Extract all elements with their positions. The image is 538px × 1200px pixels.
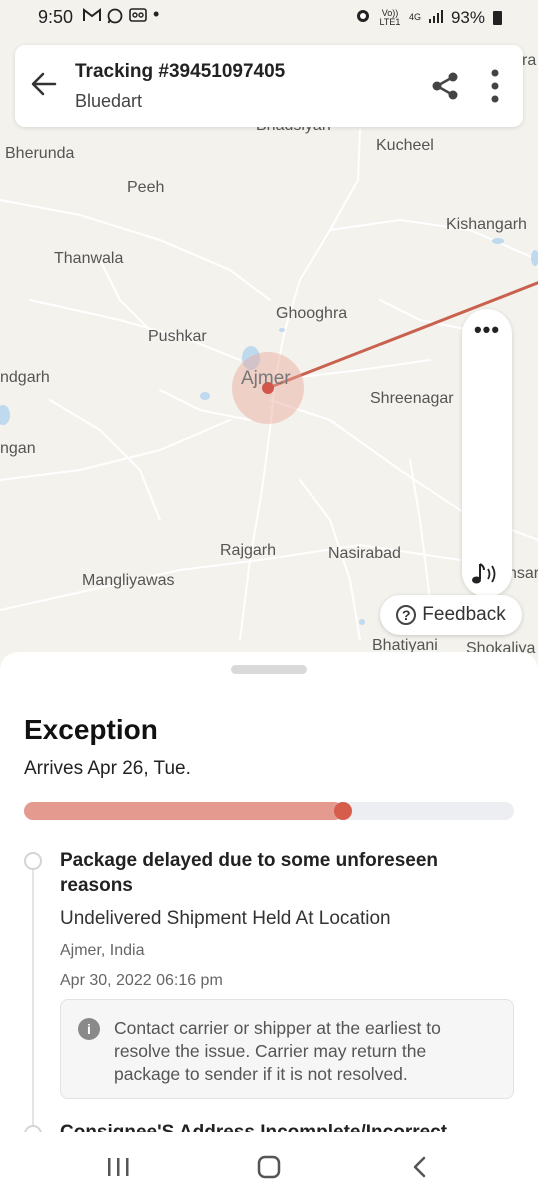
battery-icon: [493, 10, 502, 25]
map-label: Kucheel: [376, 137, 434, 154]
sheet-drag-handle[interactable]: [231, 665, 307, 674]
map-label: Bherunda: [5, 145, 75, 162]
volte-label: Vo)) LTE1: [379, 7, 401, 27]
progress-fill: [24, 802, 343, 820]
map-side-panel: •••: [462, 309, 512, 597]
tracking-details-sheet: Exception Arrives Apr 26, Tue. Package d…: [0, 652, 538, 1152]
voicemail-icon: [129, 8, 147, 27]
carrier-name: Bluedart: [75, 91, 143, 111]
dot-icon: •: [153, 4, 160, 24]
status-bar: 9:50 • Vo)) LTE1 4G 93%: [0, 0, 538, 34]
map-label: Rajgarh: [220, 542, 277, 559]
notice-text: Contact carrier or shipper at the earlie…: [114, 1018, 441, 1084]
home-button[interactable]: [249, 1152, 289, 1182]
event-title: Package delayed due to some unforeseen r…: [60, 850, 439, 896]
battery-percent: 93%: [450, 7, 485, 27]
map-label: Mangliyawas: [82, 572, 175, 589]
map-label: Shreenagar: [370, 390, 454, 407]
map-label: Pushkar: [148, 328, 207, 345]
gmail-icon: [83, 8, 101, 27]
event-description: Undelivered Shipment Held At Location: [60, 908, 391, 929]
share-icon: [432, 72, 458, 100]
map-label: ngan: [0, 440, 36, 457]
arrow-left-icon: [31, 72, 57, 96]
music-sound-icon: [472, 563, 496, 584]
shipment-status-title: Exception: [24, 714, 158, 745]
recent-apps-button[interactable]: [98, 1152, 138, 1182]
map-label: Kishangarh: [446, 216, 527, 233]
more-vert-icon: [491, 69, 499, 103]
progress-knob: [333, 802, 352, 820]
map-label-ajmer: Ajmer: [241, 368, 291, 389]
system-nav-bar: [0, 1132, 538, 1200]
alarm-icon: [355, 7, 371, 28]
event-time: Apr 30, 2022 06:16 pm: [60, 972, 223, 989]
progress-bar: [24, 802, 514, 820]
map-label: nsar: [508, 565, 538, 582]
info-icon: i: [78, 1018, 100, 1040]
map-label: Ghooghra: [276, 305, 348, 322]
map-label: Nasirabad: [328, 545, 401, 562]
signal-icon: [428, 8, 443, 28]
top-app-bar: Tracking #39451097405 Bluedart: [15, 45, 523, 127]
network-label: 4G: [408, 12, 421, 22]
recents-icon: [108, 1158, 129, 1176]
timeline-line: [32, 868, 34, 1152]
share-button[interactable]: [428, 69, 462, 103]
feedback-label: Feedback: [422, 604, 506, 625]
chevron-left-icon: [413, 1156, 426, 1178]
more-horiz-icon[interactable]: •••: [462, 317, 512, 343]
feedback-button[interactable]: ? Feedback: [380, 595, 522, 635]
status-time: 9:50: [38, 7, 74, 27]
map-label: ndgarh: [0, 369, 50, 386]
home-icon: [257, 1155, 281, 1179]
tracking-title: Tracking #39451097405: [75, 61, 286, 82]
event-location: Ajmer, India: [60, 942, 145, 959]
back-button[interactable]: [27, 67, 61, 101]
help-icon: ?: [396, 605, 417, 625]
notice-box: i Contact carrier or shipper at the earl…: [60, 999, 514, 1099]
whatsapp-icon: [107, 8, 123, 27]
sound-button[interactable]: [470, 561, 504, 587]
map-label: Thanwala: [54, 250, 124, 267]
map-label: Peeh: [127, 179, 165, 196]
map-label: ra: [522, 52, 537, 69]
timeline-dot: [24, 852, 42, 870]
more-options-button[interactable]: [483, 67, 507, 105]
arrival-date: Arrives Apr 26, Tue.: [24, 758, 191, 779]
back-nav-button[interactable]: [400, 1152, 440, 1182]
